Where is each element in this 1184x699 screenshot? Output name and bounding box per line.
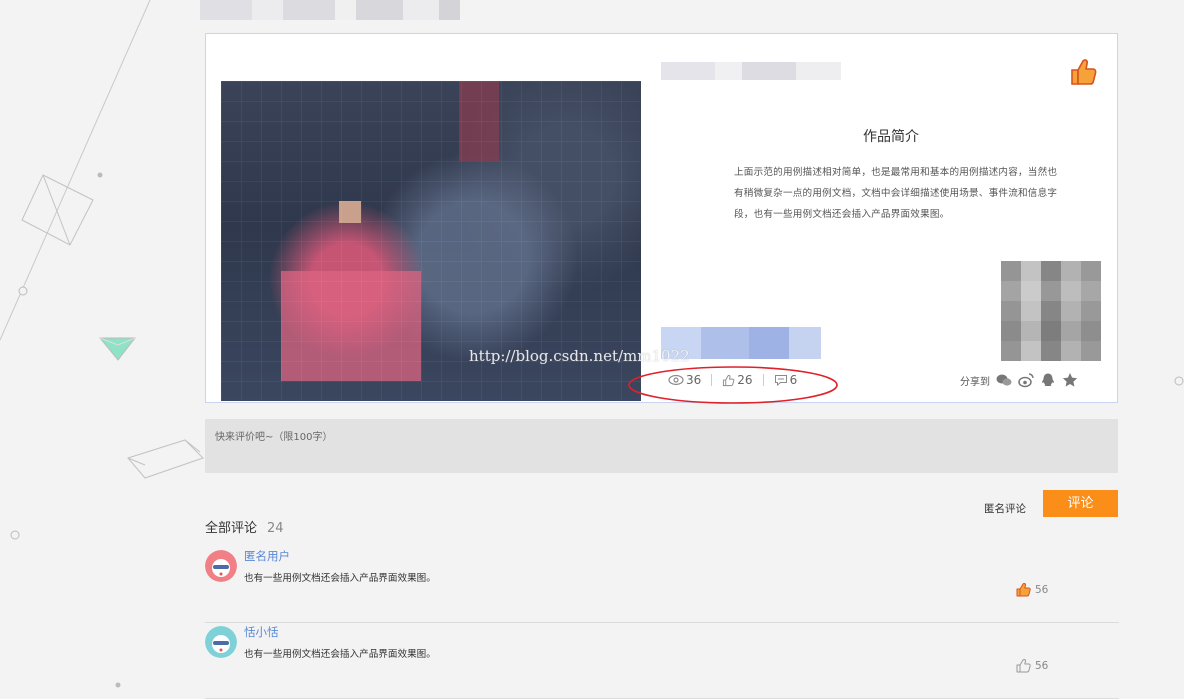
comment-text: 也有一些用例文档还会插入产品界面效果图。 — [244, 573, 436, 584]
star-icon[interactable] — [1062, 372, 1078, 388]
share-label: 分享到 — [960, 376, 990, 388]
anonymous-comment-option[interactable]: 匿名评论 — [984, 501, 1026, 516]
comments-header: 全部评论 24 — [205, 517, 284, 536]
comment-item: 匿名用户 也有一些用例文档还会插入产品界面效果图。 56 — [205, 546, 1119, 623]
thumbs-up-icon[interactable] — [1068, 56, 1100, 88]
blurred-work-title — [661, 62, 841, 80]
thumbs-up-icon — [1016, 583, 1031, 597]
wechat-icon[interactable] — [996, 372, 1012, 388]
comment-item: 恬小恬 也有一些用例文档还会插入产品界面效果图。 56 — [205, 622, 1119, 699]
work-card: 作品简介 上面示范的用例描述相对简单，也是最常用和基本的用例描述内容，当然也有稍… — [205, 33, 1118, 404]
avatar[interactable] — [205, 626, 237, 658]
qq-icon[interactable] — [1040, 372, 1056, 388]
highlight-ellipse — [628, 366, 838, 404]
comment-likes-count: 56 — [1035, 584, 1049, 596]
comment-text: 也有一些用例文档还会插入产品界面效果图。 — [244, 649, 436, 660]
submit-comment-button[interactable]: 评论 — [1043, 490, 1118, 517]
comment-input-placeholder: 快来评价吧~（限100字） — [215, 432, 333, 443]
user-avatar-icon — [205, 626, 237, 658]
comments-title: 全部评论 — [205, 521, 258, 536]
comment-user[interactable]: 匿名用户 — [244, 548, 290, 564]
comment-likes[interactable]: 56 — [1015, 582, 1048, 598]
weibo-icon[interactable] — [1018, 372, 1034, 388]
comment-likes[interactable]: 56 — [1015, 658, 1048, 674]
avatar[interactable] — [205, 550, 237, 582]
comments-total: 24 — [267, 521, 284, 536]
comment-input[interactable]: 快来评价吧~（限100字） — [205, 419, 1118, 473]
comment-user[interactable]: 恬小恬 — [244, 624, 279, 640]
intro-title: 作品简介 — [863, 129, 919, 145]
share-bar: 分享到 — [960, 372, 1078, 388]
blurred-breadcrumb — [200, 0, 460, 20]
watermark-text: http://blog.csdn.net/mm1022 — [469, 347, 690, 365]
thumbs-up-outline-icon — [1016, 659, 1031, 673]
user-avatar-icon — [205, 550, 237, 582]
intro-description: 上面示范的用例描述相对简单，也是最常用和基本的用例描述内容，当然也有稍微复杂一点… — [734, 167, 1058, 220]
background-dot — [1174, 376, 1184, 386]
comment-likes-count: 56 — [1035, 660, 1049, 672]
qr-code-image — [1001, 261, 1101, 361]
background-decoration — [0, 0, 204, 688]
